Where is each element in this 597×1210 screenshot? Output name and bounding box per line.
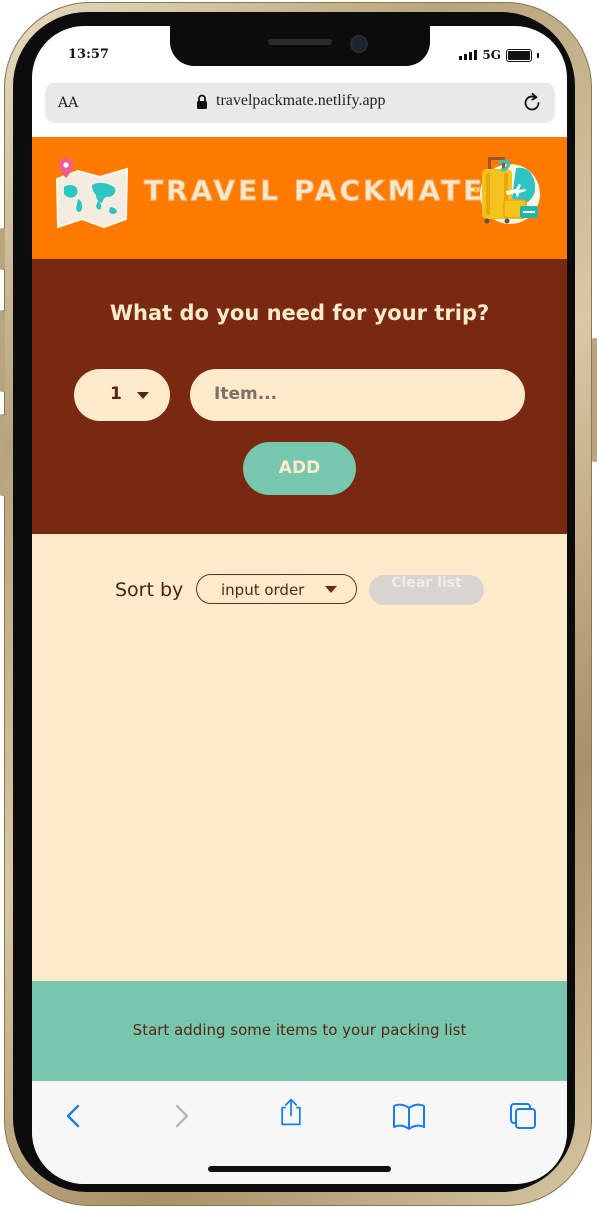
chevron-down-icon xyxy=(325,586,337,593)
quantity-value: 1 xyxy=(110,384,122,404)
power-button xyxy=(592,338,597,462)
world-map-icon xyxy=(55,158,129,229)
back-icon[interactable] xyxy=(59,1101,89,1131)
home-indicator[interactable] xyxy=(208,1166,391,1172)
text-size-button[interactable]: AA xyxy=(58,95,78,111)
notch xyxy=(170,26,430,66)
battery-icon xyxy=(506,48,532,62)
screen: 13:57 5G AA travelpackmate.netlify.app T… xyxy=(32,26,567,1184)
battery-tip xyxy=(537,52,539,58)
status-indicators: 5G xyxy=(459,48,539,62)
item-input[interactable]: Item... xyxy=(190,369,525,421)
address-bar[interactable]: AA travelpackmate.netlify.app xyxy=(45,83,555,123)
network-label: 5G xyxy=(482,48,501,62)
stats-footer: Start adding some items to your packing … xyxy=(32,981,567,1081)
footer-message: Start adding some items to your packing … xyxy=(132,1021,467,1039)
tabs-icon[interactable] xyxy=(508,1101,538,1131)
item-placeholder: Item... xyxy=(214,384,278,404)
url-text[interactable]: travelpackmate.netlify.app xyxy=(216,92,386,110)
reload-icon[interactable] xyxy=(521,92,543,114)
quantity-select[interactable]: 1 xyxy=(74,369,170,421)
lock-icon xyxy=(197,94,207,109)
add-item-form: What do you need for your trip? 1 Item..… xyxy=(32,259,567,534)
forward-icon[interactable] xyxy=(166,1101,196,1131)
clear-list-button[interactable]: Clear list xyxy=(369,575,484,605)
form-question: What do you need for your trip? xyxy=(109,301,490,325)
sort-select[interactable]: input order xyxy=(196,574,357,604)
app-header: TRAVEL PACKMATE xyxy=(32,137,567,259)
luggage-icon xyxy=(474,157,540,224)
status-time: 13:57 xyxy=(68,47,109,62)
add-button[interactable]: ADD xyxy=(243,442,356,495)
speaker-grille xyxy=(268,39,332,45)
sort-value: input order xyxy=(221,581,305,599)
app-title: TRAVEL PACKMATE xyxy=(143,174,486,208)
volume-up-button xyxy=(0,310,5,392)
sort-label: Sort by xyxy=(115,579,184,601)
mute-switch xyxy=(0,228,5,270)
volume-down-button xyxy=(0,414,5,496)
signal-icon xyxy=(459,50,478,60)
share-icon[interactable] xyxy=(276,1097,306,1127)
bookmarks-icon[interactable] xyxy=(392,1101,426,1131)
packing-list: Sort by input order Clear list xyxy=(32,534,567,981)
front-camera xyxy=(350,35,368,53)
chevron-down-icon xyxy=(137,392,149,399)
